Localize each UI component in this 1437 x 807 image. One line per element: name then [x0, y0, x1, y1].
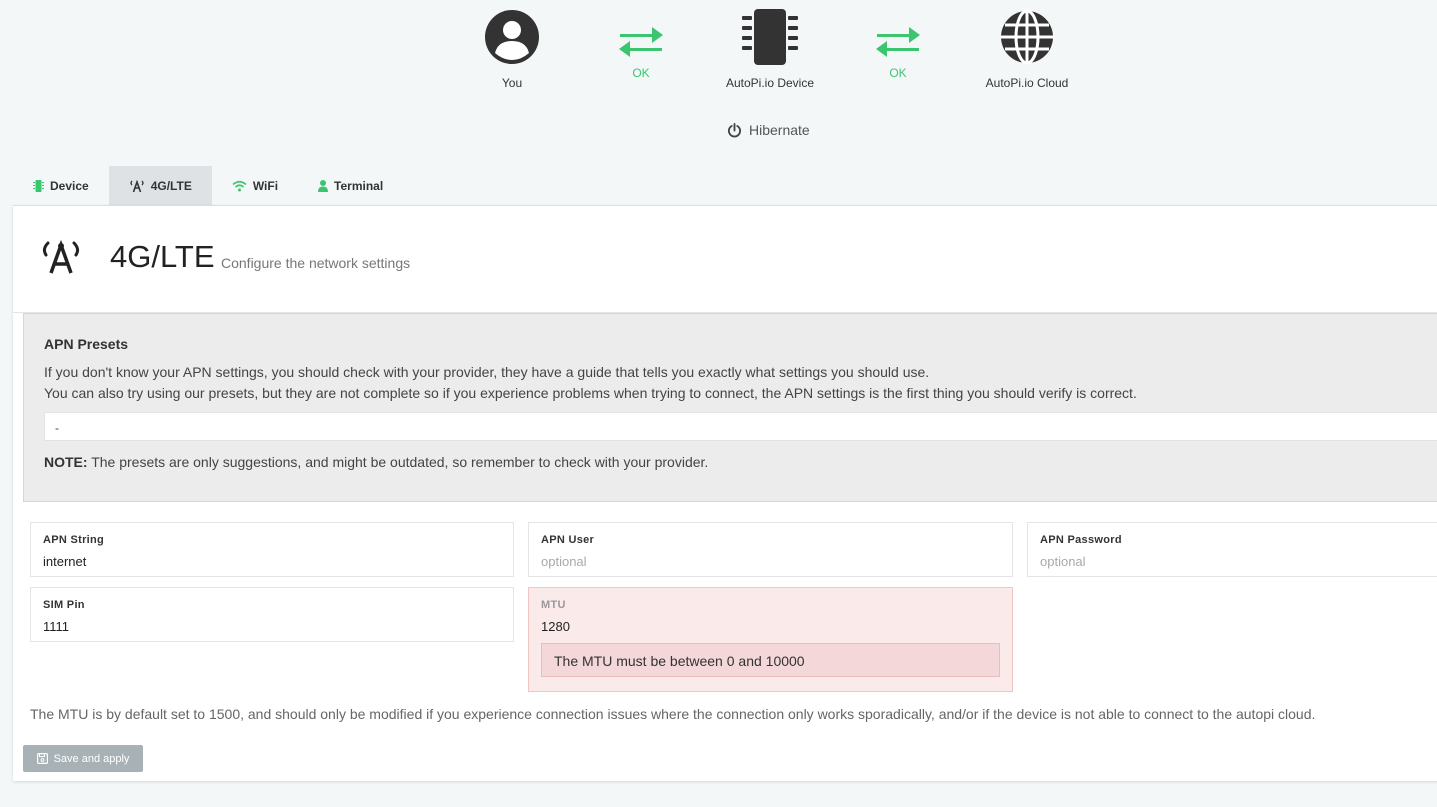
page-subtitle: Configure the network settings	[221, 255, 411, 271]
apn-string-field: APN String	[30, 522, 514, 577]
device-node: AutoPi.io Device	[726, 9, 814, 90]
user-label: You	[501, 76, 523, 90]
note-label: NOTE:	[44, 454, 88, 470]
user-icon	[318, 180, 329, 192]
globe-icon	[1001, 9, 1053, 65]
tab-device-label: Device	[50, 179, 89, 193]
apn-presets-help-2: You can also try using our presets, but …	[44, 385, 1137, 401]
mtu-help-text: The MTU is by default set to 1500, and s…	[30, 706, 1316, 722]
page-title: 4G/LTE	[110, 239, 215, 274]
apn-password-input[interactable]	[1040, 554, 1437, 569]
tab-wifi[interactable]: WiFi	[212, 166, 298, 206]
apn-presets-section: APN Presets If you don't know your APN s…	[23, 313, 1437, 502]
apn-password-label: APN Password	[1040, 534, 1122, 546]
tab-4g-lte[interactable]: 4G/LTE	[108, 166, 212, 206]
chip-icon	[33, 180, 44, 192]
apn-presets-heading: APN Presets	[44, 336, 129, 352]
device-label: AutoPi.io Device	[725, 76, 815, 90]
tab-terminal-label: Terminal	[334, 179, 384, 193]
panel-header: 4G/LTE Configure the network settings	[13, 206, 1437, 313]
sim-pin-field: SIM Pin	[30, 587, 514, 642]
apn-string-label: APN String	[43, 534, 105, 546]
mtu-field: MTU The MTU must be between 0 and 10000	[528, 587, 1013, 692]
user-node: You	[484, 9, 540, 90]
link-status-1-text: OK	[632, 66, 650, 80]
tab-4g-lte-label: 4G/LTE	[150, 179, 192, 193]
apn-password-field: APN Password	[1027, 522, 1437, 577]
cloud-label: AutoPi.io Cloud	[985, 76, 1069, 90]
link-status-2: OK	[874, 23, 922, 80]
tab-terminal[interactable]: Terminal	[298, 166, 403, 206]
apn-preset-select[interactable]: -	[44, 412, 1437, 441]
lte-settings-panel: 4G/LTE Configure the network settings AP…	[13, 205, 1437, 781]
note-text: The presets are only suggestions, and mi…	[87, 454, 709, 470]
mtu-error-message: The MTU must be between 0 and 10000	[541, 643, 1000, 677]
save-icon	[36, 753, 48, 764]
mtu-label: MTU	[541, 599, 566, 611]
transfer-arrows-icon	[876, 27, 920, 57]
transfer-arrows-icon	[619, 27, 663, 57]
save-and-apply-label: Save and apply	[53, 752, 130, 765]
tab-device[interactable]: Device	[13, 166, 109, 206]
wifi-icon	[232, 180, 247, 192]
apn-presets-note: NOTE: The presets are only suggestions, …	[44, 454, 708, 470]
cloud-node: AutoPi.io Cloud	[986, 9, 1068, 90]
power-icon	[727, 122, 742, 137]
chip-icon	[742, 9, 798, 65]
apn-presets-help-1: If you don't know your APN settings, you…	[44, 364, 930, 380]
apn-user-input[interactable]	[541, 554, 1000, 569]
apn-string-input[interactable]	[43, 554, 501, 569]
apn-user-field: APN User	[528, 522, 1013, 577]
save-and-apply-button[interactable]: Save and apply	[23, 745, 143, 772]
sim-pin-input[interactable]	[43, 619, 501, 634]
connection-status-bar: You OK AutoPi.io Device OK AutoPi.io Clo…	[0, 0, 1437, 160]
antenna-icon	[130, 180, 144, 192]
hibernate-label: Hibernate	[749, 122, 810, 138]
link-status-1: OK	[617, 23, 665, 80]
apn-user-label: APN User	[541, 534, 595, 546]
user-avatar-icon	[485, 10, 539, 64]
mtu-input[interactable]	[541, 619, 1000, 634]
antenna-icon	[42, 240, 80, 274]
link-status-2-text: OK	[889, 66, 907, 80]
sim-pin-label: SIM Pin	[43, 599, 85, 611]
tab-wifi-label: WiFi	[252, 179, 279, 193]
settings-tabs: Device 4G/LTE WiFi Terminal	[13, 166, 403, 206]
hibernate-button[interactable]: Hibernate	[727, 122, 810, 138]
